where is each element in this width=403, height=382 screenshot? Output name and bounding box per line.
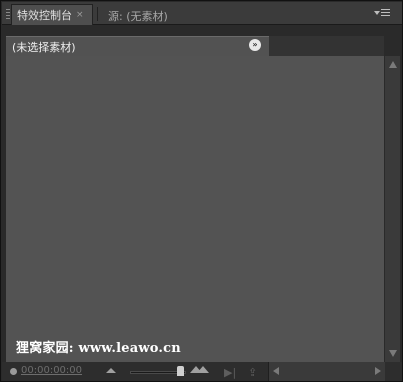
effect-controls-panel: 特效控制台 × 源: (无素材) (未选择素材) » 狸窝家园: www.lea…: [0, 0, 403, 382]
timecode-display[interactable]: 00:00:00:00: [21, 365, 82, 376]
clip-name-bar: (未选择素材): [6, 36, 269, 56]
menu-lines-icon: [381, 9, 390, 18]
scroll-left-icon[interactable]: [273, 367, 279, 375]
vertical-scrollbar[interactable]: [384, 56, 400, 362]
bottom-toolbar: 00:00:00:00 ▶| ⇪: [2, 362, 402, 381]
clip-header: (未选择素材) »: [6, 36, 384, 56]
tab-divider: [97, 7, 98, 21]
panel-menu-icon[interactable]: [374, 8, 394, 20]
panel-tab-bar: 特效控制台 × 源: (无素材): [2, 2, 402, 25]
timeline-header: [269, 36, 384, 56]
horizontal-scrollbar[interactable]: [268, 362, 385, 381]
timecode-dot-icon: [10, 368, 17, 375]
zoom-in-icon[interactable]: [190, 366, 210, 374]
chevron-down-icon: [374, 11, 380, 15]
scroll-up-icon[interactable]: [389, 61, 397, 68]
tab-source[interactable]: 源: (无素材): [108, 8, 168, 24]
scroll-down-icon[interactable]: [389, 350, 397, 357]
clip-name-label: (未选择素材): [12, 40, 76, 54]
scroll-right-icon[interactable]: [375, 367, 381, 375]
effects-content-area: 狸窝家园: www.leawo.cn: [6, 56, 384, 362]
export-icon: ⇪: [248, 366, 258, 379]
step-icon: ▶|: [224, 366, 237, 379]
watermark-text: 狸窝家园: www.leawo.cn: [16, 341, 181, 356]
zoom-slider-thumb[interactable]: [176, 366, 184, 376]
scroll-corner: [385, 362, 402, 381]
tab-label: 特效控制台: [17, 9, 72, 22]
go-forward-icon[interactable]: »: [249, 39, 261, 51]
zoom-out-icon[interactable]: [106, 368, 116, 374]
close-icon[interactable]: ×: [76, 10, 84, 20]
tab-effect-controls[interactable]: 特效控制台 ×: [11, 4, 93, 25]
grip-icon[interactable]: [6, 9, 10, 19]
